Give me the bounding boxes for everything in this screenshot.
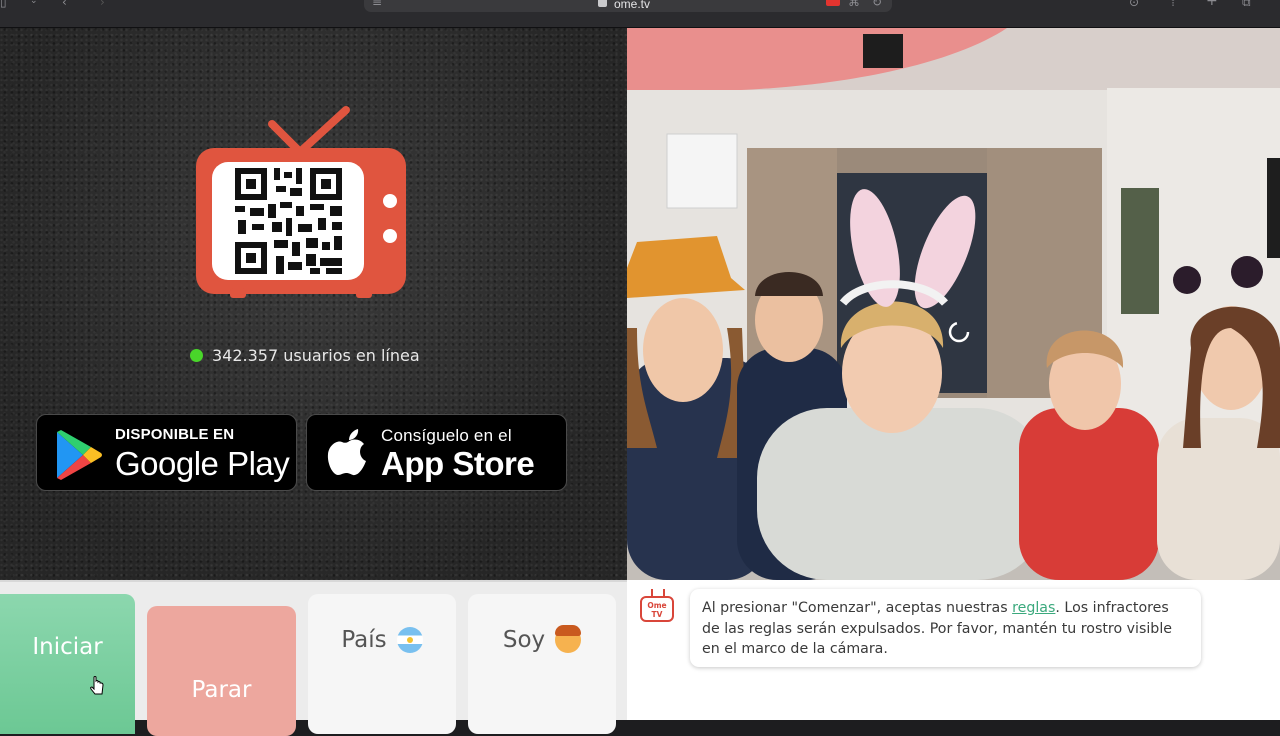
online-users-count: 342.357 usuarios en línea [212, 346, 420, 365]
google-play-badge[interactable]: DISPONIBLE EN Google Play [36, 414, 297, 491]
url-text[interactable]: ome.tv [614, 0, 650, 11]
google-play-caption: DISPONIBLE EN [115, 426, 235, 443]
ometv-logo-line2: TV [651, 610, 663, 619]
boy-face-icon [555, 625, 582, 653]
ometv-logo: Ome TV [640, 596, 674, 622]
mouse-pointer-icon [90, 676, 104, 695]
google-play-icon [57, 430, 102, 480]
ometv-logo-line1: Ome [647, 601, 667, 610]
start-button[interactable]: Iniciar [0, 594, 135, 734]
browser-toolbar: ▯ ⌄ ‹ › ≡ ome.tv ⌘ ↻ ⊙ ⇡ + ⧉ [0, 0, 1280, 28]
forward-icon[interactable]: › [100, 0, 105, 8]
translate-icon[interactable]: ⌘ [848, 0, 860, 8]
country-selector-label: País [341, 627, 387, 653]
tv-qr-icon [196, 106, 406, 298]
rules-link[interactable]: reglas [1012, 600, 1055, 616]
google-play-title: Google Play [115, 445, 290, 482]
camera-recording-icon[interactable] [826, 0, 840, 6]
app-store-caption: Consíguelo en el [381, 426, 512, 445]
online-users-indicator: 342.357 usuarios en línea [190, 346, 420, 365]
new-tab-icon[interactable]: + [1206, 0, 1218, 8]
gender-selector[interactable]: Soy [468, 594, 616, 734]
sidebar-icon[interactable]: ▯ [0, 0, 7, 8]
chevron-down-icon[interactable]: ⌄ [30, 0, 38, 7]
app-store-title: App Store [381, 445, 535, 482]
country-selector[interactable]: País [308, 594, 456, 734]
reload-icon[interactable]: ↻ [872, 0, 882, 8]
downloads-icon[interactable]: ⊙ [1129, 0, 1139, 8]
chat-controls: Iniciar Parar País Soy [0, 580, 627, 736]
gender-selector-label: Soy [502, 627, 546, 653]
apple-icon [327, 429, 366, 476]
tab-overview-icon[interactable]: ⧉ [1242, 0, 1251, 8]
webcam-video-feed [627, 28, 1280, 580]
back-icon[interactable]: ‹ [62, 0, 67, 8]
app-promo-panel: 342.357 usuarios en línea DISPONIBLE EN … [0, 28, 627, 580]
chat-panel: Ome TV Al presionar "Comenzar", aceptas … [627, 580, 1280, 720]
rules-notice: Al presionar "Comenzar", aceptas nuestra… [690, 589, 1201, 667]
rules-notice-text-before: Al presionar "Comenzar", aceptas nuestra… [702, 600, 1013, 616]
reader-icon[interactable]: ≡ [372, 0, 382, 8]
stop-button-label: Parar [191, 677, 252, 703]
start-button-label: Iniciar [32, 634, 103, 660]
stop-button[interactable]: Parar [147, 606, 296, 736]
lock-icon [598, 0, 607, 7]
app-store-badge[interactable]: Consíguelo en el App Store [306, 414, 567, 491]
webcam-scene [627, 28, 1280, 580]
online-status-icon [190, 349, 203, 362]
share-icon[interactable]: ⇡ [1168, 0, 1178, 8]
argentina-flag-icon [396, 627, 423, 653]
